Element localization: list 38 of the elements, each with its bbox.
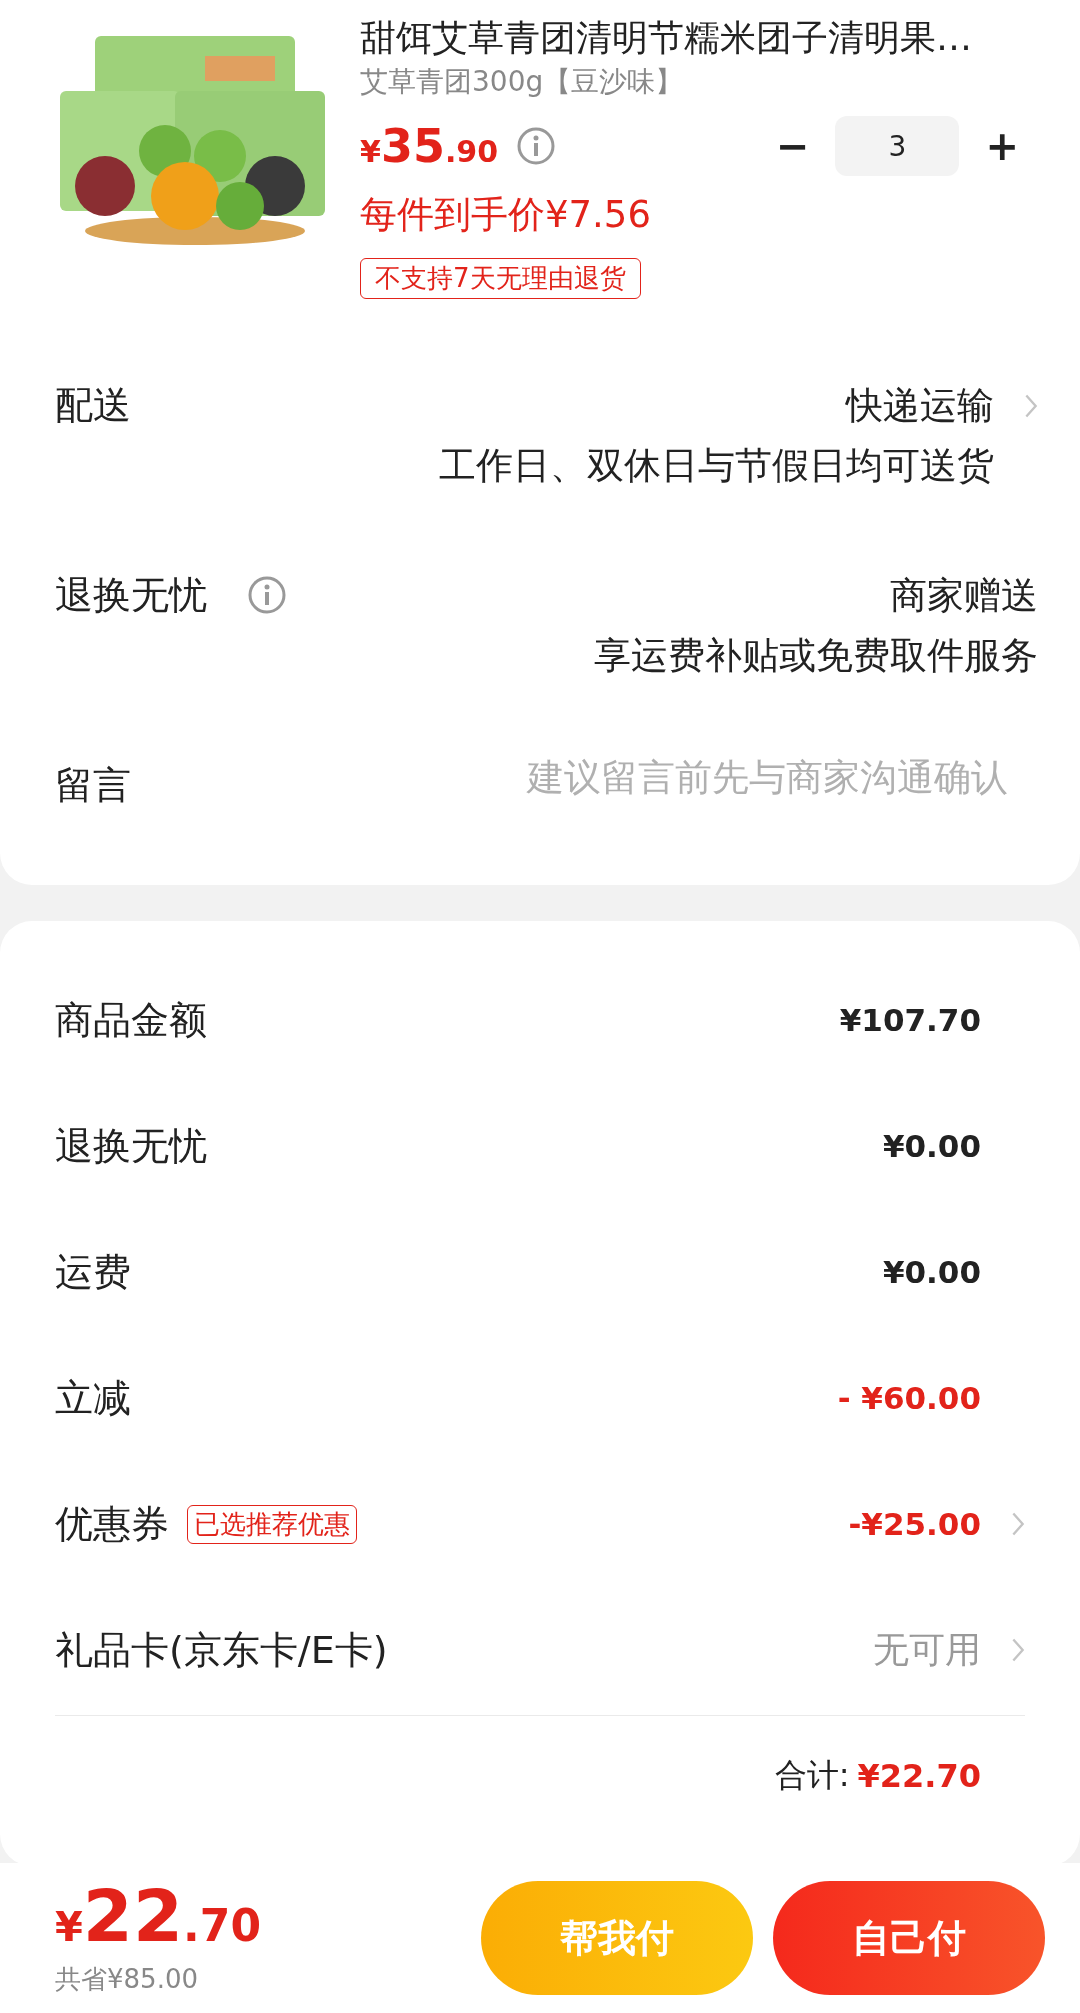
summary-label: 退换无忧 [55, 1122, 207, 1170]
unit-price: 每件到手价¥7.56 [360, 192, 652, 238]
summary-label: 商品金额 [55, 996, 207, 1044]
chevron-icon[interactable] [1011, 1637, 1025, 1663]
total-value: ¥22.70 [857, 1757, 981, 1795]
option-value: 享运费补贴或免费取件服务 [594, 633, 1038, 679]
product-price: ¥35.90 [360, 119, 499, 173]
pay-amount: ¥22.70 [55, 1879, 261, 1952]
summary-value: -¥25.00 [848, 1506, 981, 1542]
product-title: 甜饵艾草青团清明节糯米团子清明果… [360, 16, 973, 60]
option-value: 快递运输 [846, 383, 994, 429]
option-label: 退换无忧 [55, 571, 207, 619]
pay-button[interactable]: 自己付 [773, 1881, 1045, 1995]
summary-value: ¥107.70 [839, 1002, 981, 1038]
summary-value: 无可用 [873, 1627, 981, 1672]
summary-label: 礼品卡(京东卡/E卡) [55, 1626, 388, 1674]
summary-value: ¥0.00 [882, 1128, 981, 1164]
message-field[interactable]: 建议留言前先与商家沟通确认 [448, 756, 1008, 799]
summary-value: - ¥60.00 [837, 1380, 981, 1416]
summary-label: 运费 [55, 1248, 131, 1296]
minus-button[interactable]: − [767, 123, 818, 169]
summary-label: 优惠券 [55, 1500, 169, 1548]
option-value: 工作日、双休日与节假日均可送货 [439, 443, 994, 489]
coupon-tag: 已选推荐优惠 [187, 1504, 357, 1544]
quantity-field[interactable]: 3 [835, 116, 960, 176]
total-label: 合计: [774, 1755, 850, 1796]
plus-button[interactable]: + [977, 123, 1027, 169]
summary-value: ¥0.00 [882, 1254, 981, 1290]
return-policy-tag: 不支持7天无理由退货 [360, 258, 641, 299]
info-icon[interactable] [516, 126, 557, 166]
option-value: 商家赠送 [890, 573, 1038, 619]
option-label: 配送 [55, 381, 131, 429]
savings-text: 共省¥85.00 [55, 1962, 199, 1996]
chevron-icon[interactable] [1011, 1511, 1025, 1537]
product-spec: 艾草青团300g【豆沙味】 [360, 64, 685, 100]
summary-label: 立减 [55, 1374, 131, 1422]
option-label: 留言 [55, 761, 131, 809]
info-icon[interactable] [247, 575, 287, 615]
